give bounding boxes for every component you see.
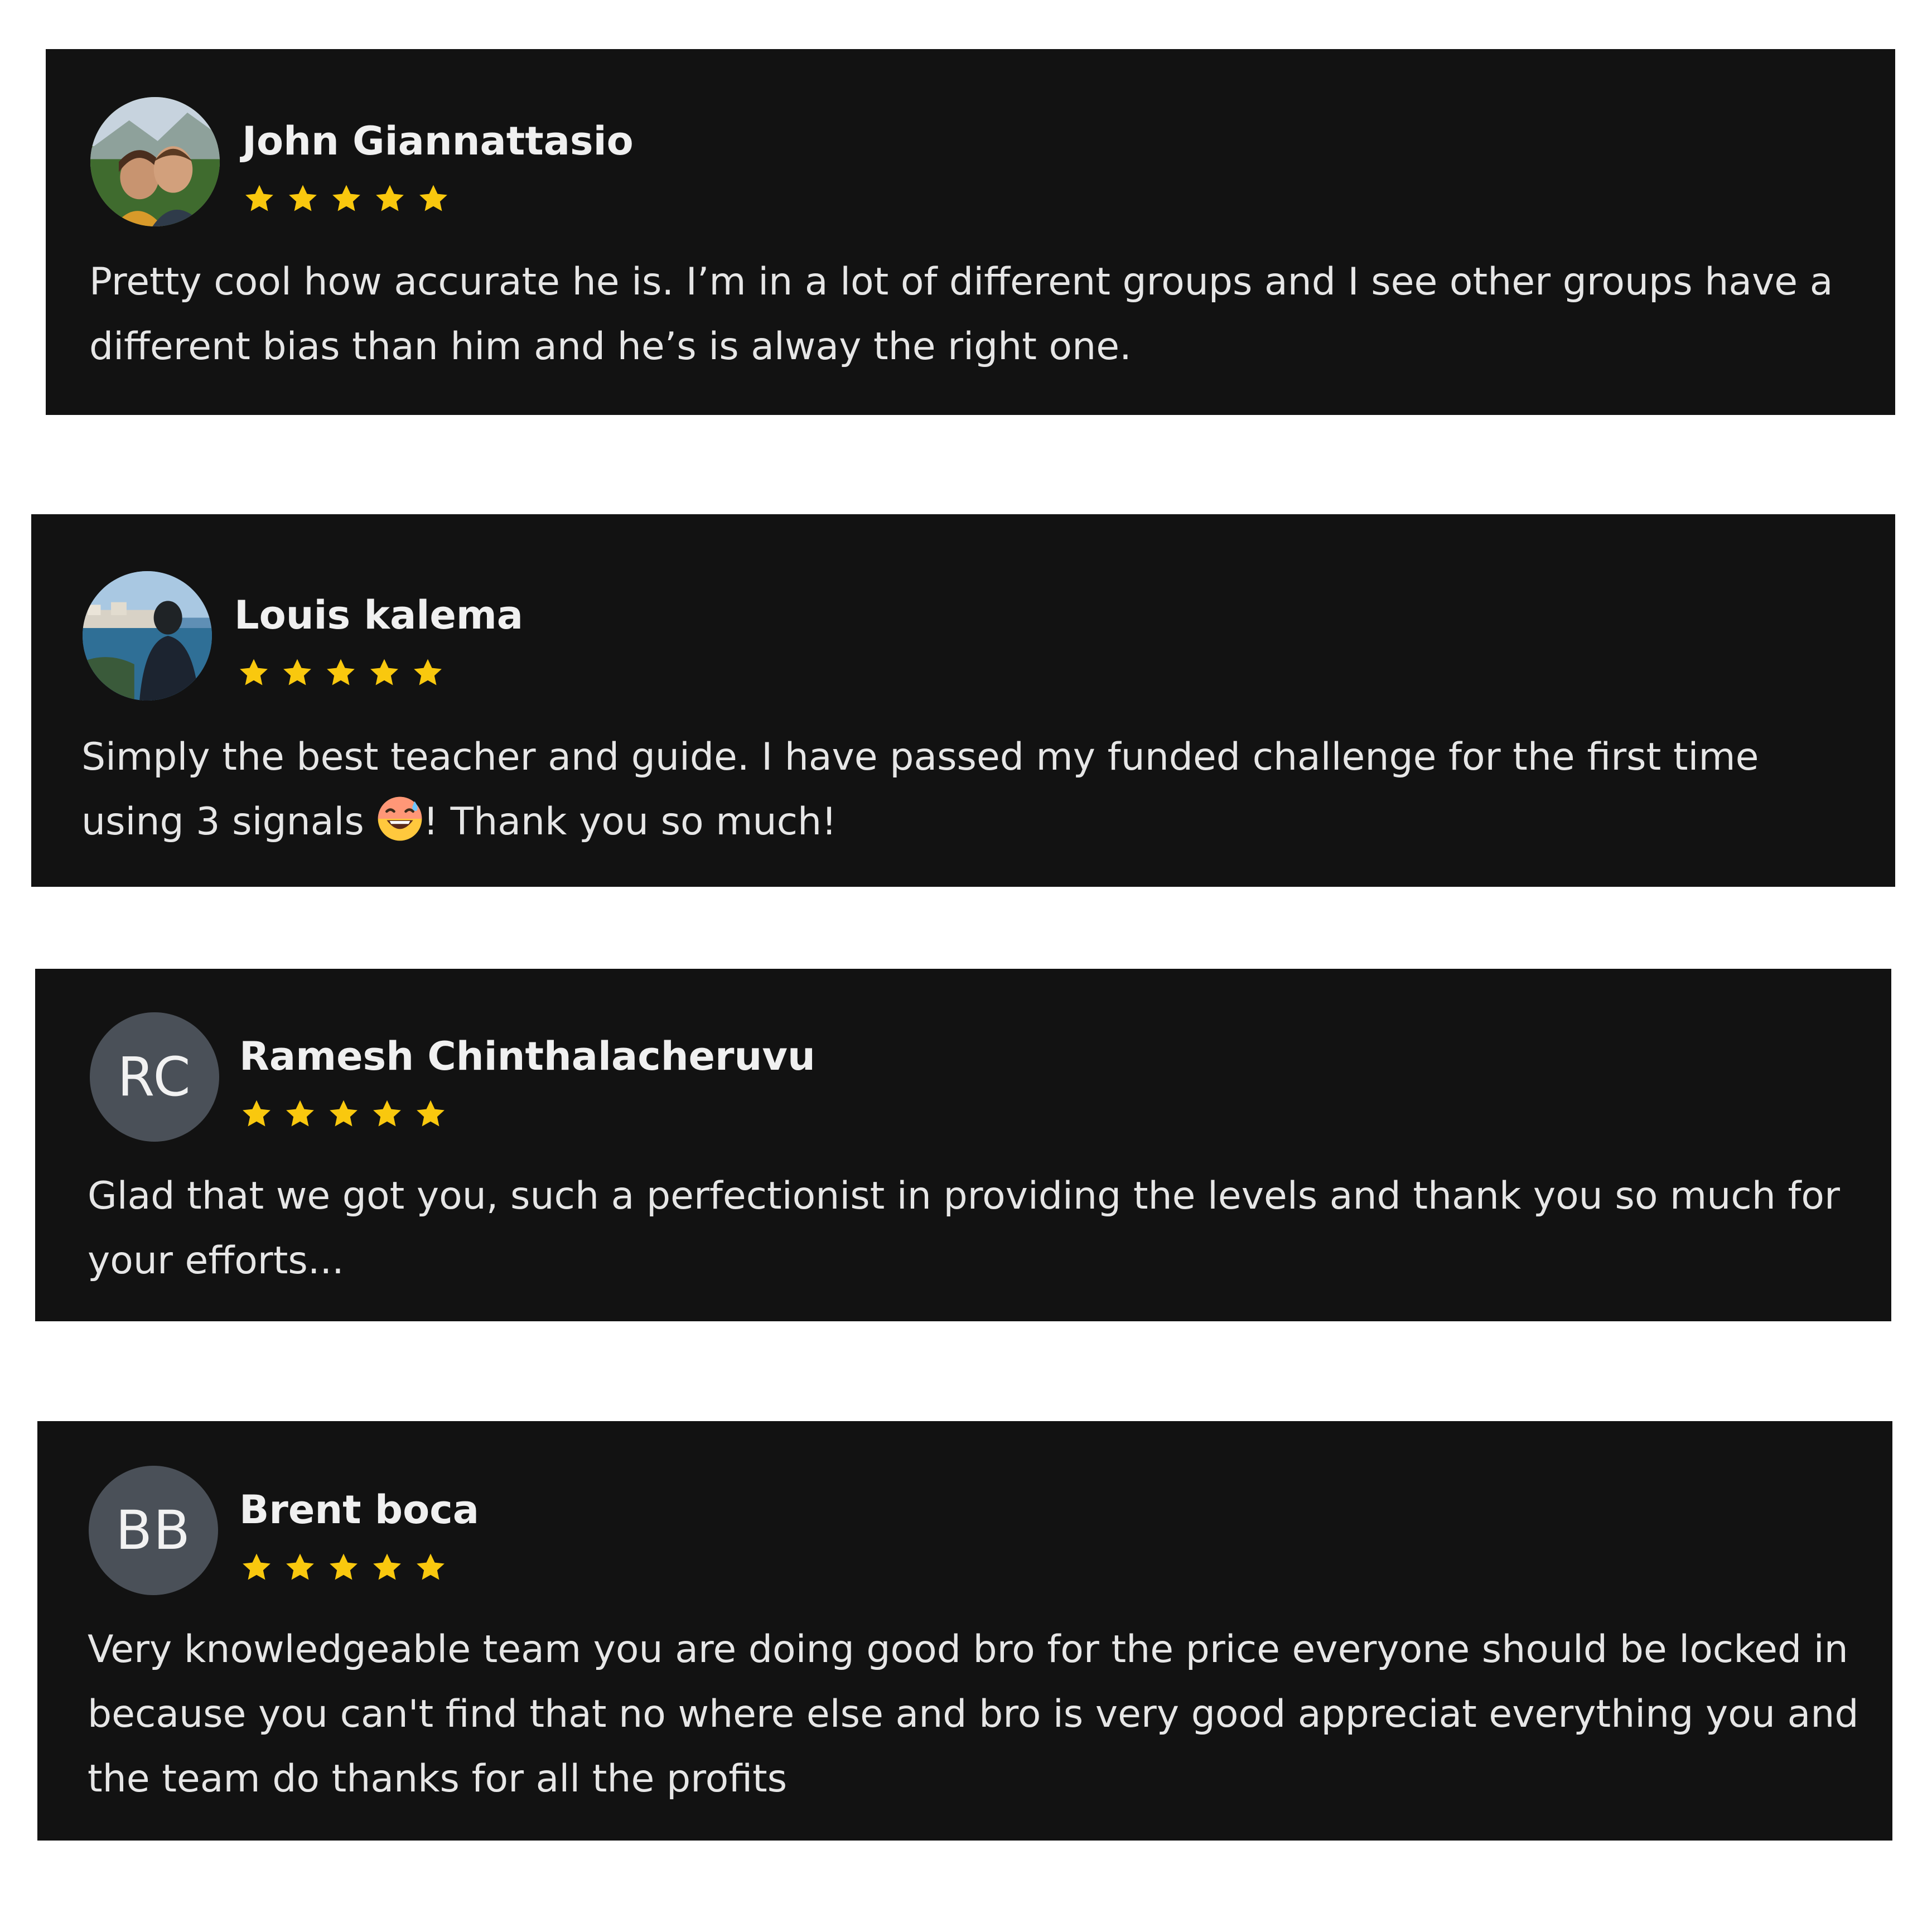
star-icon xyxy=(238,657,270,689)
review-card: RC Ramesh Chinthalacheruvu Glad that we … xyxy=(35,969,1891,1321)
reviewer-avatar[interactable]: RC xyxy=(90,1012,219,1142)
star-icon xyxy=(330,183,363,215)
couple-photo-avatar-icon xyxy=(90,97,220,226)
star-icon xyxy=(414,1098,447,1131)
star-icon xyxy=(281,657,313,689)
star-rating xyxy=(240,1098,447,1131)
star-icon xyxy=(284,1552,316,1584)
smiling-face-with-sweat-icon xyxy=(376,795,423,842)
star-icon xyxy=(240,1098,273,1131)
reviewer-avatar[interactable]: BB xyxy=(89,1466,218,1595)
reviewer-name[interactable]: Brent boca xyxy=(239,1490,479,1529)
review-text-part: Simply the best teacher and guide. I hav… xyxy=(81,735,1759,844)
review-card: BB Brent boca Very knowledgeable team yo… xyxy=(37,1421,1892,1841)
star-icon xyxy=(412,657,444,689)
star-icon xyxy=(417,183,450,215)
star-icon xyxy=(371,1552,403,1584)
harbor-photo-avatar-icon xyxy=(83,571,212,701)
star-icon xyxy=(327,1098,360,1131)
review-text: Glad that we got you, such a perfectioni… xyxy=(88,1174,1840,1283)
star-icon xyxy=(371,1098,403,1131)
star-icon xyxy=(243,183,276,215)
reviewer-avatar[interactable] xyxy=(90,97,220,226)
review-text-part: ! Thank you so much! xyxy=(423,800,837,844)
star-icon xyxy=(327,1552,360,1584)
star-icon xyxy=(287,183,319,215)
review-card: Louis kalema Simply the best teacher and… xyxy=(31,514,1895,887)
reviewer-name[interactable]: Louis kalema xyxy=(234,596,523,635)
star-icon xyxy=(374,183,406,215)
reviewer-avatar[interactable] xyxy=(83,571,212,701)
star-icon xyxy=(284,1098,316,1131)
star-icon xyxy=(368,657,400,689)
star-icon xyxy=(414,1552,447,1584)
review-card: John Giannattasio Pretty cool how accura… xyxy=(46,49,1895,415)
review-text: Very knowledgeable team you are doing go… xyxy=(88,1627,1859,1801)
star-icon xyxy=(240,1552,273,1584)
reviewer-name[interactable]: John Giannattasio xyxy=(242,122,634,161)
star-rating xyxy=(238,657,444,689)
reviewer-name[interactable]: Ramesh Chinthalacheruvu xyxy=(239,1037,815,1076)
star-icon xyxy=(325,657,357,689)
star-rating xyxy=(243,183,450,215)
star-rating xyxy=(240,1552,447,1584)
review-text: Simply the best teacher and guide. I hav… xyxy=(81,725,1855,854)
review-text: Pretty cool how accurate he is. I’m in a… xyxy=(89,260,1833,369)
